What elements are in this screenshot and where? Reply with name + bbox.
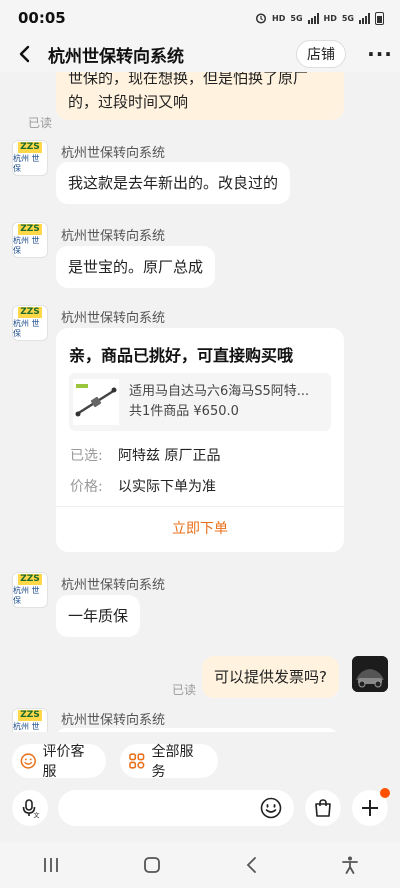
price-label: 价格:	[70, 479, 103, 495]
network-label: 5G	[290, 13, 303, 23]
rate-service-button[interactable]: 评价客服	[12, 744, 106, 780]
message-text: 是世宝的。原厂总成	[68, 258, 204, 276]
message-input[interactable]	[58, 790, 294, 826]
message-text-field[interactable]	[72, 790, 252, 826]
chat-messages[interactable]: 世保的，现在想换，但是怕换了原厂 的，过段时间又响 已读 ZZS 杭州 世保 杭…	[0, 72, 400, 732]
avatar-logo-subtext: 杭州 世保	[13, 154, 40, 173]
buy-now-button[interactable]: 立即下单	[56, 512, 344, 546]
alarm-icon	[255, 13, 267, 24]
status-bar: 00:05 HD 5G HD 5G	[0, 0, 400, 36]
price-value: 以实际下单为准	[118, 479, 216, 495]
network-label-2: 5G	[341, 13, 354, 23]
all-services-label: 全部服务	[151, 744, 194, 780]
avatar-logo-subtext: 杭州 世保	[13, 236, 40, 255]
shop-message-bubble	[56, 728, 338, 732]
back-nav-icon[interactable]	[243, 855, 259, 875]
status-icons: HD 5G HD 5G	[255, 11, 384, 25]
avatar-logo-text: ZZS	[18, 142, 42, 153]
product-text: 适用马自达马六6海马S5阿特... 共1件商品 ¥650.0	[119, 382, 331, 422]
read-status: 已读	[28, 116, 53, 130]
avatar-logo-text: ZZS	[18, 307, 42, 318]
signal-icon	[307, 12, 319, 24]
microphone-icon: 文	[22, 799, 40, 819]
battery-icon	[375, 11, 384, 25]
steering-rack-icon	[75, 384, 117, 417]
more-tools-button[interactable]	[352, 788, 390, 826]
message-text: 的，过段时间又响	[68, 93, 189, 111]
back-button[interactable]	[0, 36, 48, 72]
message-text: 我这款是去年新出的。改良过的	[68, 174, 279, 192]
accessibility-icon[interactable]	[340, 855, 360, 875]
card-title: 亲，商品已挑好，可直接购买哦	[69, 346, 294, 365]
sender-name: 杭州世保转向系统	[61, 146, 166, 161]
emoji-icon[interactable]	[260, 797, 282, 819]
product-item[interactable]: 适用马自达马六6海马S5阿特... 共1件商品 ¥650.0	[69, 373, 331, 431]
sender-name: 杭州世保转向系统	[61, 229, 166, 244]
smile-icon	[20, 753, 36, 769]
more-options-icon[interactable]: ···	[360, 36, 400, 72]
selected-value: 阿特兹 原厂正品	[118, 448, 221, 464]
shop-message-bubble: 我这款是去年新出的。改良过的	[56, 162, 291, 204]
my-message-bubble: 可以提供发票吗?	[202, 656, 339, 698]
signal-icon-2	[359, 12, 370, 24]
all-services-button[interactable]: 全部服务	[120, 744, 218, 780]
shop-button[interactable]: 店铺	[296, 40, 346, 68]
sender-name: 杭州世保转向系统	[61, 311, 166, 326]
chat-header: 杭州世保转向系统 店铺 ···	[0, 36, 400, 72]
voice-input-button[interactable]: 文	[12, 790, 48, 826]
sender-name: 杭州世保转向系统	[61, 713, 166, 728]
avatar-logo-text: ZZS	[18, 710, 42, 721]
avatar-logo-subtext: 杭州 世保	[13, 722, 40, 731]
input-bar: 文	[0, 784, 400, 832]
product-bag-button[interactable]	[305, 790, 341, 826]
notification-dot	[380, 788, 390, 798]
avatar-logo-text: ZZS	[18, 224, 42, 235]
shop-avatar[interactable]: ZZS 杭州 世保	[12, 140, 48, 176]
rate-service-label: 评价客服	[42, 744, 85, 780]
shop-message-bubble: 是世宝的。原厂总成	[56, 246, 216, 288]
shop-avatar[interactable]: ZZS 杭州 世保	[12, 572, 48, 608]
message-text: 一年质保	[68, 607, 129, 625]
card-divider	[56, 506, 344, 507]
home-icon[interactable]	[142, 855, 162, 875]
my-avatar[interactable]	[352, 656, 388, 692]
car-photo-icon	[352, 656, 388, 692]
product-card: 亲，商品已挑好，可直接购买哦 适用马自达马六6海马S5阿特... 共1件商品 ¥…	[56, 328, 344, 552]
my-message-bubble: 世保的，现在想换，但是怕换了原厂 的，过段时间又响	[56, 72, 344, 120]
sender-name: 杭州世保转向系统	[61, 578, 166, 593]
hd-label: HD	[272, 13, 286, 23]
shop-avatar[interactable]: ZZS 杭州 世保	[12, 305, 48, 341]
avatar-logo-subtext: 杭州 世保	[13, 586, 40, 605]
svg-text:文: 文	[34, 812, 40, 819]
read-status: 已读	[172, 683, 197, 697]
grid-icon	[129, 753, 145, 769]
shop-avatar[interactable]: ZZS 杭州 世保	[12, 222, 48, 258]
product-name: 适用马自达马六6海马S5阿特...	[129, 384, 310, 399]
hd-label-2: HD	[323, 13, 337, 23]
product-meta: 共1件商品 ¥650.0	[129, 404, 239, 419]
message-text: 世保的，现在想换，但是怕换了原厂	[68, 72, 309, 87]
status-time: 00:05	[18, 9, 66, 27]
product-thumbnail	[73, 379, 119, 425]
recent-apps-icon[interactable]	[41, 856, 61, 874]
selected-label: 已选:	[70, 448, 103, 464]
avatar-logo-subtext: 杭州 世保	[13, 319, 40, 338]
avatar-logo-text: ZZS	[18, 574, 42, 585]
shop-message-bubble: 一年质保	[56, 595, 141, 637]
shopping-bag-icon	[315, 799, 331, 817]
message-text: 可以提供发票吗?	[214, 668, 327, 686]
shop-avatar[interactable]: ZZS 杭州 世保	[12, 708, 48, 732]
chevron-left-icon	[19, 45, 30, 63]
plus-icon	[362, 800, 378, 816]
page-title: 杭州世保转向系统	[48, 46, 184, 67]
system-nav-bar	[0, 842, 400, 888]
